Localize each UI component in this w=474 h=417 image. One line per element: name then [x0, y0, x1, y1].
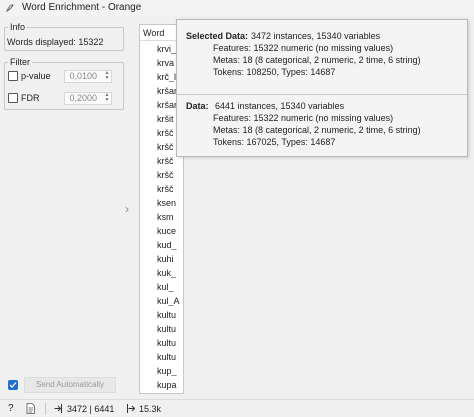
- word-list-item[interactable]: kuce: [157, 226, 183, 236]
- send-automatically-checkbox[interactable]: [8, 380, 18, 390]
- word-list-item[interactable]: kultu: [157, 352, 183, 362]
- word-list-item[interactable]: kul_A: [157, 296, 183, 306]
- data-metas: Metas: 18 (8 categorical, 2 numeric, 2 t…: [213, 125, 421, 135]
- words-displayed-text: Words displayed: 15322: [7, 37, 104, 47]
- selected-data-tokens: Tokens: 108250, Types: 14687: [213, 67, 336, 77]
- window-title: Word Enrichment - Orange: [22, 2, 142, 13]
- selected-data-label: Selected Data:: [186, 31, 249, 41]
- word-list-item[interactable]: kud_: [157, 240, 183, 250]
- tooltip-separator: [177, 94, 467, 95]
- data-features: Features: 15322 numeric (no missing valu…: [213, 113, 394, 123]
- expand-arrow-icon[interactable]: ›: [125, 202, 129, 216]
- word-list-item[interactable]: kupa: [157, 380, 183, 390]
- word-list-item[interactable]: kršč: [157, 156, 183, 166]
- data-label: Data:: [186, 101, 209, 111]
- pvalue-spinner[interactable]: ▲ ▼: [103, 71, 111, 82]
- report-document-icon[interactable]: [26, 403, 35, 414]
- data-counts: 3472 | 6441: [67, 404, 115, 414]
- word-list-item[interactable]: ksm: [157, 212, 183, 222]
- send-automatically-button[interactable]: Send Automatically: [24, 377, 116, 393]
- help-icon[interactable]: ?: [8, 403, 14, 414]
- word-list-item[interactable]: kuk_: [157, 268, 183, 278]
- status-separator: [45, 403, 46, 415]
- word-list-item[interactable]: kup_: [157, 366, 183, 376]
- orange-app-icon: [6, 4, 14, 13]
- checkmark-icon: [9, 382, 17, 388]
- word-list-item[interactable]: kul_: [157, 282, 183, 292]
- status-bar: ? 3472 | 6441 15.3k: [0, 399, 474, 417]
- info-title: Info: [8, 22, 28, 32]
- word-list-item[interactable]: kultu: [157, 310, 183, 320]
- fdr-checkbox[interactable]: [8, 93, 18, 103]
- data-tokens: Tokens: 167025, Types: 14687: [213, 137, 336, 147]
- title-bar: Word Enrichment - Orange: [0, 0, 474, 16]
- word-list-item[interactable]: kršč: [157, 170, 183, 180]
- input-data-icon: [54, 404, 62, 413]
- filter-title: Filter: [8, 57, 32, 67]
- fdr-label: FDR: [21, 93, 40, 103]
- selected-data-summary: 3472 instances, 15340 variables: [251, 31, 381, 41]
- word-list-item[interactable]: kuhi: [157, 254, 183, 264]
- word-list-item[interactable]: kultu: [157, 324, 183, 334]
- selected-data-metas: Metas: 18 (8 categorical, 2 numeric, 2 t…: [213, 55, 421, 65]
- word-list-item[interactable]: ksen: [157, 198, 183, 208]
- pvalue-label: p-value: [21, 71, 51, 81]
- word-list-item[interactable]: kultu: [157, 338, 183, 348]
- fdr-spinner[interactable]: ▲ ▼: [103, 93, 111, 104]
- selected-data-features: Features: 15322 numeric (no missing valu…: [213, 43, 394, 53]
- output-data-icon: [127, 404, 135, 413]
- pvalue-checkbox[interactable]: [8, 71, 18, 81]
- output-size: 15.3k: [139, 404, 162, 414]
- data-summary: 6441 instances, 15340 variables: [215, 101, 345, 111]
- word-list-item[interactable]: kršč: [157, 184, 183, 194]
- data-summary-tooltip: Selected Data: 3472 instances, 15340 var…: [176, 19, 468, 157]
